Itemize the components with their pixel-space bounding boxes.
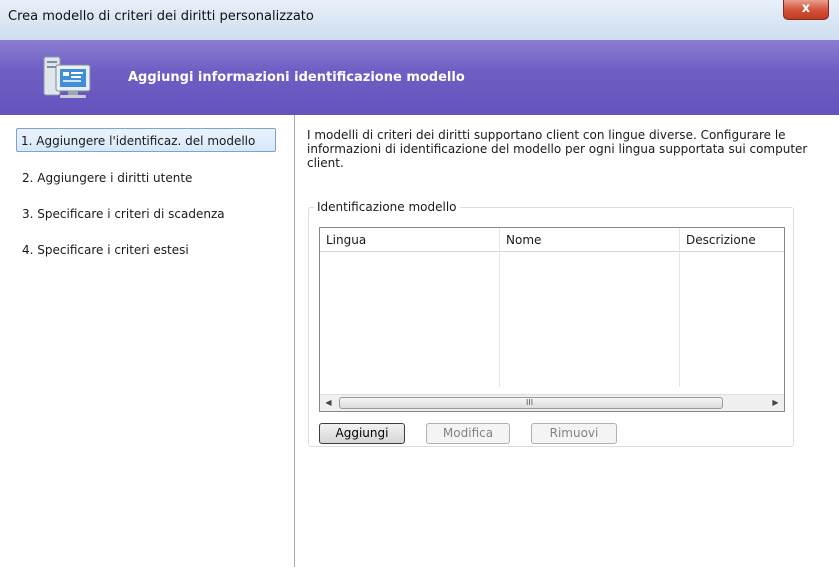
column-divider [679,228,680,387]
scroll-right-icon[interactable]: ▶ [767,395,784,411]
column-header-name[interactable]: Nome [500,228,680,252]
identification-list[interactable]: Lingua Nome Descrizione ◀ III ▶ [319,227,785,412]
description-text: I modelli di criteri dei diritti support… [307,128,808,170]
close-button[interactable]: x [783,0,829,20]
step-user-rights[interactable]: 2. Aggiungere i diritti utente [18,166,192,190]
group-title: Identificazione modello [314,200,460,214]
step-expiration-policy[interactable]: 3. Specificare i criteri di scadenza [18,202,225,226]
step-extended-policy[interactable]: 4. Specificare i criteri estesi [18,238,189,262]
remove-button[interactable]: Rimuovi [531,423,617,444]
title-bar: Crea modello di criteri dei diritti pers… [0,0,839,40]
main-content: I modelli di criteri dei diritti support… [295,115,839,567]
add-button[interactable]: Aggiungi [319,423,405,444]
computer-wizard-icon [43,56,91,98]
horizontal-scrollbar[interactable]: ◀ III ▶ [320,394,784,411]
window-title: Crea modello di criteri dei diritti pers… [8,9,314,24]
scroll-left-icon[interactable]: ◀ [320,395,337,411]
scroll-grip: III [526,398,534,407]
wizard-steps-sidebar: 1. Aggiungere l'identificaz. del modello… [0,115,295,567]
column-header-description[interactable]: Descrizione [680,228,784,252]
banner-title: Aggiungi informazioni identificazione mo… [128,70,465,85]
edit-button[interactable]: Modifica [426,423,510,444]
scroll-thumb[interactable]: III [339,397,723,409]
template-identification-group: Identificazione modello Lingua Nome Desc… [308,200,794,447]
step-template-identification[interactable]: 1. Aggiungere l'identificaz. del modello [16,128,276,152]
column-divider [499,228,500,387]
list-header: Lingua Nome Descrizione [320,228,784,252]
column-header-language[interactable]: Lingua [320,228,500,252]
wizard-banner: Aggiungi informazioni identificazione mo… [0,40,839,115]
